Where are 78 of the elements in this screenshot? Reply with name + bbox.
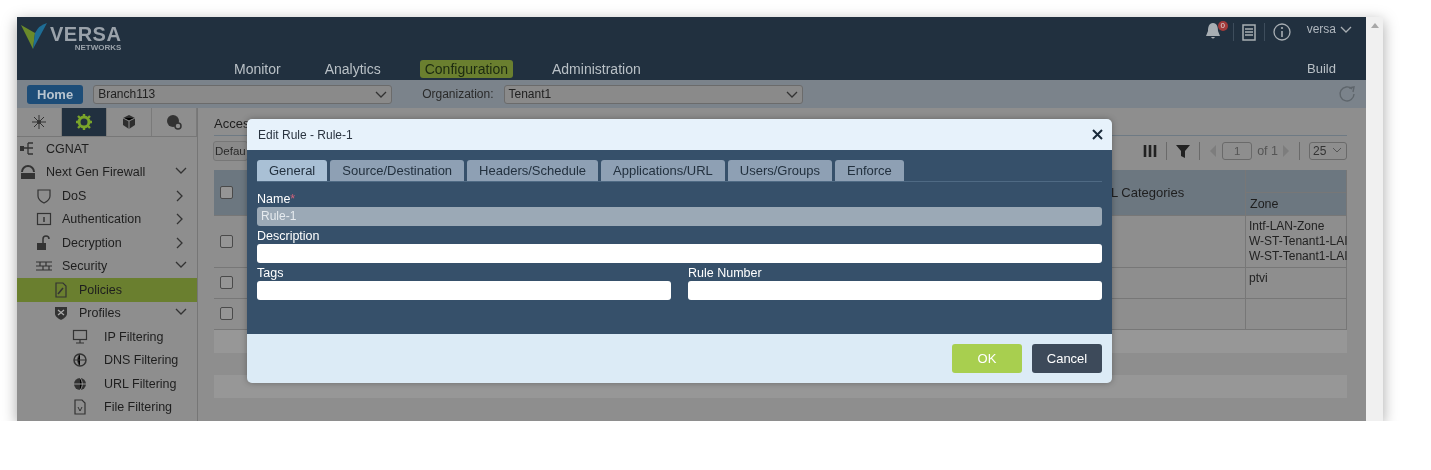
field-label: Rule Number [688,266,763,280]
tree-item[interactable]: Profiles [17,301,197,325]
field-label: Tags [257,266,285,280]
notification-badge: 0 [1217,21,1228,31]
caret-icon [375,89,388,99]
dialog-tab[interactable]: Enforce [835,160,904,181]
field-label: Description [257,229,321,243]
tree-item[interactable]: Next Gen Firewall [17,160,197,184]
input-field[interactable] [257,244,1102,263]
appliance-select[interactable]: Branch113 [93,84,393,104]
cube-icon [121,114,137,130]
tree-item[interactable]: URL Filtering [17,372,197,396]
build-link[interactable]: Build [1307,61,1336,76]
tree-item[interactable]: Authentication [17,207,197,231]
dialog-tab[interactable]: Users/Groups [727,160,832,181]
dialog-tab[interactable]: Applications/URL [601,160,725,181]
nav-tab[interactable]: Administration [547,59,646,78]
filter-icon[interactable] [1176,143,1191,158]
field-label: Name* [257,192,297,206]
network-node-icon [20,140,36,157]
input-field[interactable] [257,281,671,300]
notifications-button[interactable]: 0 [1204,22,1225,42]
checkbox[interactable] [220,185,233,199]
checkbox[interactable] [220,276,233,290]
gear-icon [76,114,92,130]
nav-tab[interactable]: Configuration [419,59,513,78]
nav-tab[interactable]: Analytics [319,59,386,78]
organization-select[interactable]: Tenant1 [503,84,803,104]
user-menu[interactable]: versa [1306,22,1352,36]
network-icon [31,114,47,130]
columns-icon[interactable] [1143,143,1158,158]
page-count: of 1 [1257,143,1278,158]
document-icon [53,281,69,298]
globe-icon [72,352,88,369]
caret-icon [785,89,798,99]
tree-item[interactable]: Decryption [17,231,197,255]
info-icon[interactable] [1272,23,1291,41]
badge-shield-icon [53,305,69,322]
monitor-icon [72,328,88,345]
input-field[interactable] [688,281,1102,300]
home-button[interactable]: Home [27,84,84,104]
filter-select[interactable]: Defau [213,140,248,161]
dialog-tab[interactable]: General [257,160,328,181]
table-cell: ptvi [1245,267,1346,299]
file-icon [72,399,88,416]
logo-subtext: NETWORKS [74,44,122,52]
page-size-select[interactable]: 25 [1309,141,1347,160]
dialog-tab[interactable]: Headers/Schedule [467,160,599,181]
tree-item[interactable]: DoS [17,184,197,208]
cancel-button[interactable]: Cancel [1032,344,1102,373]
task-list-icon[interactable] [1241,23,1256,41]
firewall-icon [20,164,36,181]
column-header: Zone [1245,192,1346,216]
table-cell: Intf-LAN-Zone W-ST-Tenant1-LAI W-ST-Tenant1-LAI [1245,215,1346,268]
tree-item[interactable]: DNS Filtering [17,348,197,372]
bell-icon [1204,22,1221,40]
logo-text: VERSA [50,24,122,44]
tree-item[interactable]: IP Filtering [17,325,197,349]
checkbox[interactable] [220,234,233,248]
tree-item[interactable]: Security [17,254,197,278]
checkbox[interactable] [220,307,233,321]
close-icon[interactable] [1092,129,1103,140]
globe-gear-icon [166,114,182,130]
sidebar-tab[interactable] [62,108,107,136]
id-card-icon [36,211,52,228]
nav-tab[interactable]: Monitor [229,59,286,78]
caret-icon [1332,147,1343,155]
tree-item[interactable]: Policies [17,278,197,302]
caret-icon [1340,24,1352,34]
scrollbar[interactable] [1366,17,1383,421]
tree-item[interactable]: CGNAT [17,137,197,161]
scroll-up-icon [1370,23,1379,28]
globe-icon [72,375,88,392]
tree-item[interactable]: File Filtering [17,395,197,419]
organization-label: Organization: [422,87,494,101]
padlock-icon [36,234,52,251]
shield-icon [36,187,52,204]
dialog-tab[interactable]: Source/Destination [330,160,465,181]
